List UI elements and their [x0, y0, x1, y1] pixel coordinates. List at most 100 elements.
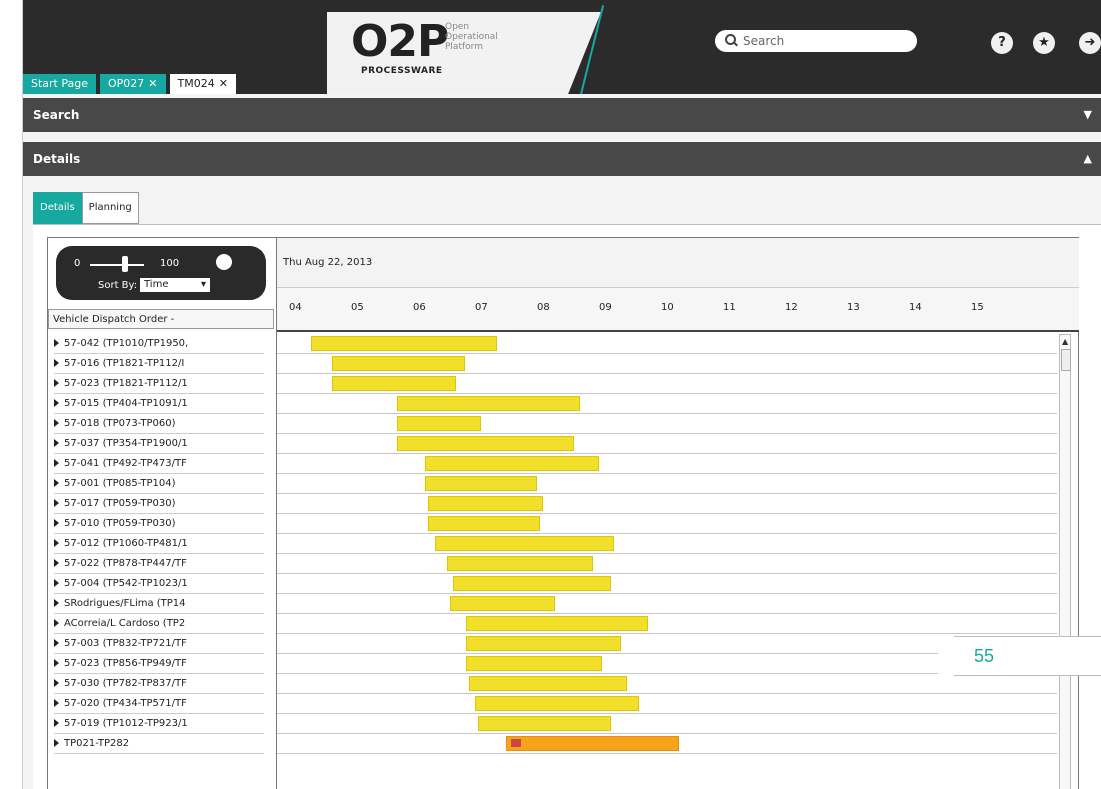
- chevron-down-icon[interactable]: ▼: [1084, 98, 1092, 132]
- list-item[interactable]: 57-042 (TP1010/TP1950,: [54, 334, 264, 354]
- list-item[interactable]: 57-010 (TP059-TP030): [54, 514, 264, 534]
- gantt-bar[interactable]: [428, 496, 543, 511]
- list-item[interactable]: 57-018 (TP073-TP060): [54, 414, 264, 434]
- expand-icon[interactable]: [54, 639, 59, 647]
- list-item[interactable]: TP021-TP282: [54, 734, 264, 754]
- expand-icon[interactable]: [54, 519, 59, 527]
- chevron-up-icon[interactable]: ▲: [1084, 142, 1092, 176]
- gantt-bar[interactable]: [453, 576, 612, 591]
- vertical-scrollbar[interactable]: ▲: [1059, 334, 1071, 789]
- list-item[interactable]: 57-020 (TP434-TP571/TF: [54, 694, 264, 714]
- expand-icon[interactable]: [54, 719, 59, 727]
- star-icon[interactable]: ★: [1033, 32, 1055, 54]
- list-item-label: 57-023 (TP856-TP949/TF: [64, 658, 187, 669]
- expand-icon[interactable]: [54, 459, 59, 467]
- tab-tm024[interactable]: TM024 ✕: [169, 74, 236, 94]
- list-item[interactable]: SRodrigues/FLima (TP14: [54, 594, 264, 614]
- gantt-bar[interactable]: [505, 736, 680, 751]
- tab-details[interactable]: Details: [33, 192, 82, 224]
- help-icon[interactable]: ?: [991, 32, 1013, 54]
- expand-icon[interactable]: [54, 359, 59, 367]
- gantt-lane: [277, 614, 1057, 634]
- details-panel-header[interactable]: Details ▲: [23, 142, 1101, 176]
- scroll-up-icon[interactable]: ▲: [1062, 337, 1068, 346]
- gantt-bar[interactable]: [428, 516, 540, 531]
- gantt-lane: [277, 494, 1057, 514]
- hour-label: 12: [785, 302, 798, 313]
- list-item[interactable]: 57-015 (TP404-TP1091/1: [54, 394, 264, 414]
- expand-icon[interactable]: [54, 559, 59, 567]
- list-item[interactable]: 57-003 (TP832-TP721/TF: [54, 634, 264, 654]
- list-item[interactable]: 57-019 (TP1012-TP923/1: [54, 714, 264, 734]
- expand-icon[interactable]: [54, 379, 59, 387]
- gantt-lane: [277, 474, 1057, 494]
- gantt-bar[interactable]: [332, 376, 457, 391]
- expand-icon[interactable]: [54, 419, 59, 427]
- list-item[interactable]: 57-001 (TP085-TP104): [54, 474, 264, 494]
- gantt-bar[interactable]: [397, 416, 481, 431]
- expand-icon[interactable]: [54, 599, 59, 607]
- gantt-bar[interactable]: [397, 396, 581, 411]
- list-item[interactable]: 57-016 (TP1821-TP112/I: [54, 354, 264, 374]
- dispatch-order-list: 57-042 (TP1010/TP1950, 57-016 (TP1821-TP1…: [48, 330, 276, 789]
- list-item[interactable]: 57-022 (TP878-TP447/TF: [54, 554, 264, 574]
- close-icon[interactable]: ✕: [148, 74, 157, 94]
- expand-icon[interactable]: [54, 399, 59, 407]
- expand-icon[interactable]: [54, 739, 59, 747]
- expand-icon[interactable]: [54, 619, 59, 627]
- expand-icon[interactable]: [54, 539, 59, 547]
- gantt-bar[interactable]: [397, 436, 574, 451]
- scrollbar-thumb[interactable]: [1061, 349, 1071, 371]
- close-icon[interactable]: ✕: [219, 74, 228, 94]
- list-item[interactable]: 57-004 (TP542-TP1023/1: [54, 574, 264, 594]
- gantt-bar[interactable]: [310, 336, 497, 351]
- gantt-bar[interactable]: [332, 356, 466, 371]
- gantt-lane: [277, 554, 1057, 574]
- gantt-bar[interactable]: [468, 676, 627, 691]
- tab-start-page[interactable]: Start Page: [23, 74, 96, 94]
- gantt-bar[interactable]: [425, 456, 599, 471]
- expand-icon[interactable]: [54, 679, 59, 687]
- hour-label: 08: [537, 302, 550, 313]
- list-item[interactable]: 57-041 (TP492-TP473/TF: [54, 454, 264, 474]
- zoom-slider-thumb[interactable]: [122, 256, 128, 272]
- zoom-slider-track[interactable]: [90, 264, 144, 266]
- timeline-header: Thu Aug 22, 2013 04 05 06 07 08 09 10 11 12 13 14 1…: [276, 238, 1079, 332]
- expand-icon[interactable]: [54, 499, 59, 507]
- tab-planning[interactable]: Planning: [81, 192, 139, 224]
- list-item-label: 57-019 (TP1012-TP923/1: [64, 718, 188, 729]
- gantt-bar[interactable]: [446, 556, 593, 571]
- list-item[interactable]: 57-037 (TP354-TP1900/1: [54, 434, 264, 454]
- sort-select[interactable]: Time ▾: [140, 278, 210, 292]
- tab-op027[interactable]: OP027 ✕: [100, 74, 166, 94]
- list-item[interactable]: 57-030 (TP782-TP837/TF: [54, 674, 264, 694]
- gantt-bar[interactable]: [450, 596, 556, 611]
- gantt-lane: [277, 334, 1057, 354]
- list-item[interactable]: 57-023 (TP1821-TP112/1: [54, 374, 264, 394]
- gantt-bar[interactable]: [465, 616, 649, 631]
- expand-icon[interactable]: [54, 699, 59, 707]
- expand-icon[interactable]: [54, 339, 59, 347]
- gantt-lane: [277, 414, 1057, 434]
- gantt-bar[interactable]: [425, 476, 537, 491]
- expand-icon[interactable]: [54, 579, 59, 587]
- expand-icon[interactable]: [54, 439, 59, 447]
- settings-icon[interactable]: [216, 254, 232, 270]
- gantt-bar[interactable]: [465, 656, 602, 671]
- gantt-bar[interactable]: [477, 716, 612, 731]
- gantt-bar[interactable]: [465, 636, 621, 651]
- list-item[interactable]: 57-012 (TP1060-TP481/1: [54, 534, 264, 554]
- list-item[interactable]: 57-023 (TP856-TP949/TF: [54, 654, 264, 674]
- list-column-header[interactable]: Vehicle Dispatch Order -: [48, 309, 274, 329]
- list-item[interactable]: ACorreia/L Cardoso (TP2: [54, 614, 264, 634]
- search-panel-header[interactable]: Search ▼: [23, 98, 1101, 132]
- logout-icon[interactable]: ➜: [1079, 32, 1101, 54]
- expand-icon[interactable]: [54, 479, 59, 487]
- gantt-bar[interactable]: [474, 696, 640, 711]
- page-number-box: 55: [938, 636, 1101, 676]
- list-item[interactable]: 57-017 (TP059-TP030): [54, 494, 264, 514]
- list-item-label: 57-023 (TP1821-TP112/1: [64, 378, 188, 389]
- search-input[interactable]: Search: [715, 30, 917, 52]
- gantt-bar[interactable]: [434, 536, 615, 551]
- expand-icon[interactable]: [54, 659, 59, 667]
